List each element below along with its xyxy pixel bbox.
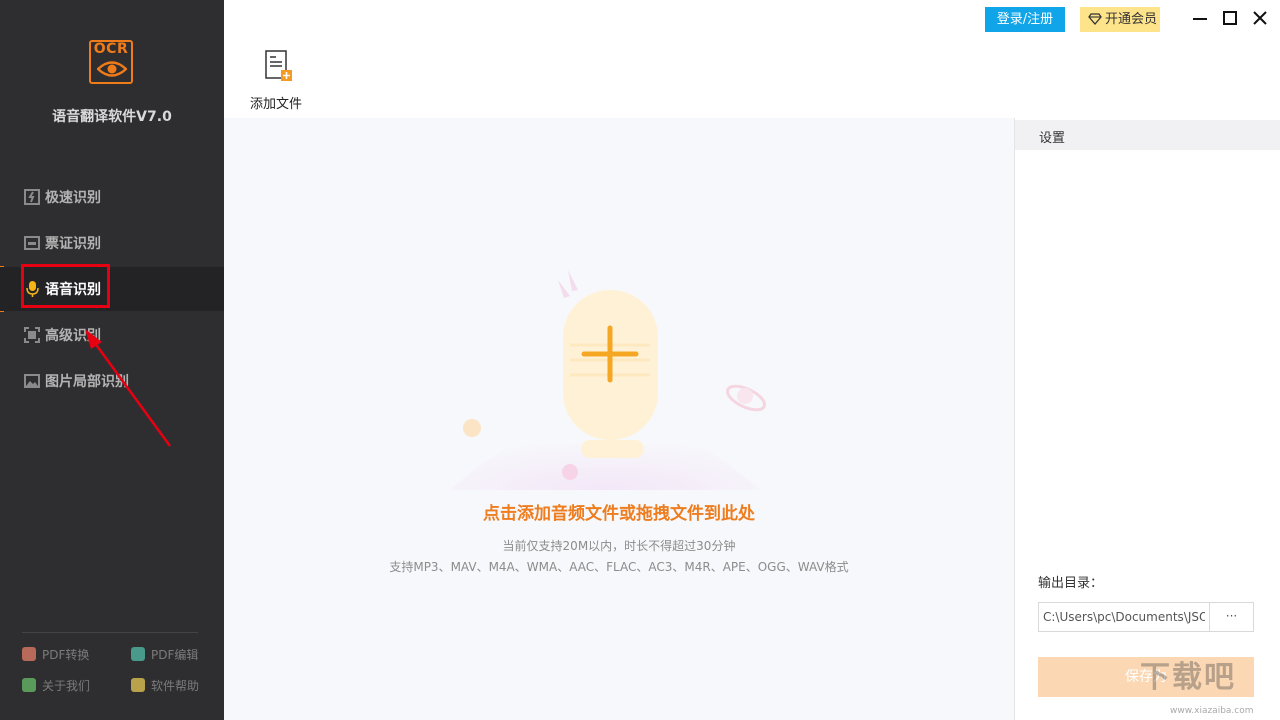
footer-link-label: PDF编辑 — [151, 648, 199, 662]
add-file-icon[interactable] — [264, 50, 294, 82]
sidebar-divider — [22, 632, 198, 633]
about-icon — [22, 678, 36, 692]
ticket-recognize-icon — [24, 236, 40, 250]
dropzone-title: 点击添加音频文件或拖拽文件到此处 — [483, 504, 755, 524]
dropzone-formats: 支持MP3、MAV、M4A、WMA、AAC、FLAC、AC3、M4R、APE、O… — [389, 560, 849, 574]
pdf-convert-link[interactable]: PDF转换 — [22, 646, 112, 662]
app-title: 语音翻译软件V7.0 — [52, 109, 172, 125]
pdf-edit-link[interactable]: PDF编辑 — [131, 646, 221, 662]
settings-title: 设置 — [1039, 131, 1066, 146]
sidebar-item-label: 极速识别 — [45, 190, 101, 206]
diamond-icon — [1088, 13, 1102, 25]
microphone-add-illustration[interactable] — [430, 260, 780, 490]
settings-header: 设置 — [1015, 120, 1280, 150]
output-dir-label: 输出目录： — [1038, 576, 1104, 591]
maximize-icon[interactable] — [1220, 8, 1240, 28]
sidebar-item-label: 票证识别 — [45, 236, 101, 252]
watermark-url: www.xiazaiba.com — [1170, 706, 1254, 716]
eye-icon — [97, 61, 127, 77]
sidebar-item-ticket-recognize[interactable]: 票证识别 — [0, 221, 224, 265]
output-path-field[interactable] — [1038, 602, 1210, 632]
image-partial-icon — [24, 374, 40, 388]
pdf-convert-icon — [22, 647, 36, 661]
advanced-recognize-icon — [24, 327, 40, 343]
minimize-icon[interactable] — [1190, 8, 1210, 28]
toolbar — [224, 38, 1280, 118]
open-vip-button[interactable]: 开通会员 — [1080, 7, 1160, 32]
annotation-highlight-box — [21, 264, 110, 308]
dropzone-note: 当前仅支持20M以内，时长不得超过30分钟 — [502, 539, 736, 553]
browse-button[interactable]: ··· — [1210, 602, 1254, 632]
annotation-arrow-icon — [85, 329, 172, 447]
about-link[interactable]: 关于我们 — [22, 677, 112, 693]
sidebar-item-fast-recognize[interactable]: 极速识别 — [0, 175, 224, 219]
watermark: 下载吧 — [1140, 660, 1236, 695]
login-register-button[interactable]: 登录/注册 — [985, 7, 1065, 32]
logo-text: OCR — [93, 41, 129, 57]
fast-recognize-icon — [24, 189, 40, 205]
footer-link-label: PDF转换 — [42, 648, 90, 662]
add-file-button[interactable]: 添加文件 — [250, 93, 302, 112]
close-icon[interactable] — [1250, 8, 1270, 28]
vip-label: 开通会员 — [1105, 12, 1158, 27]
help-link[interactable]: 软件帮助 — [131, 677, 221, 693]
help-icon — [131, 678, 145, 692]
footer-link-label: 关于我们 — [42, 679, 91, 693]
app-logo: OCR — [89, 40, 133, 84]
pdf-edit-icon — [131, 647, 145, 661]
footer-link-label: 软件帮助 — [151, 679, 200, 693]
